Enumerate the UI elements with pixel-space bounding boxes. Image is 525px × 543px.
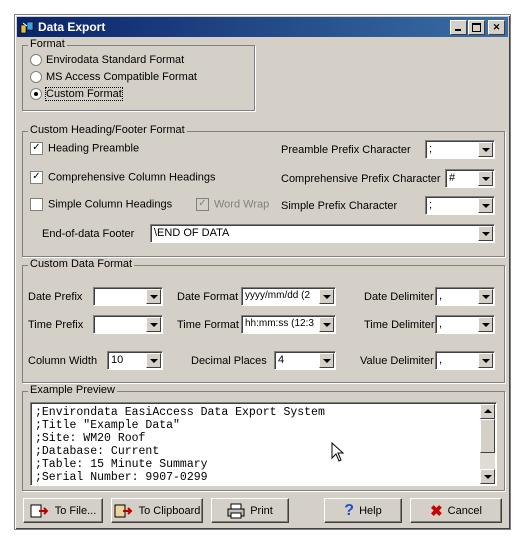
time-prefix-combo[interactable] <box>93 315 163 334</box>
title-bar[interactable]: Data Export ✕ <box>17 17 508 37</box>
simple-headings-checkbox[interactable]: Simple Column Headings <box>30 198 172 212</box>
radio-selected-icon <box>30 88 42 101</box>
dropdown-arrow-icon[interactable] <box>478 289 493 304</box>
dropdown-arrow-icon[interactable] <box>478 198 493 213</box>
comprehensive-prefix-combo[interactable]: # <box>445 169 495 188</box>
preamble-prefix-label: Preamble Prefix Character <box>281 144 411 156</box>
heading-group-label: Custom Heading/Footer Format <box>28 124 187 136</box>
value-delimiter-label: Value Delimiter <box>360 355 434 367</box>
dropdown-arrow-icon[interactable] <box>478 317 493 332</box>
app-icon <box>20 21 34 34</box>
to-file-button[interactable]: To File... <box>23 498 103 523</box>
time-delimiter-label: Time Delimiter <box>364 319 435 331</box>
scroll-up-icon[interactable] <box>480 404 495 419</box>
scroll-thumb[interactable] <box>480 419 495 453</box>
radio-ms-access[interactable]: MS Access Compatible Format <box>30 71 197 85</box>
date-format-combo[interactable]: yyyy/mm/dd (2 <box>241 287 336 306</box>
minimize-button[interactable] <box>450 20 467 35</box>
data-export-dialog: Data Export ✕ Format Envirodata Standard… <box>14 14 511 530</box>
preview-group-label: Example Preview <box>28 384 117 396</box>
dropdown-arrow-icon[interactable] <box>478 142 493 157</box>
heading-preamble-checkbox[interactable]: ✓ Heading Preamble <box>30 142 139 156</box>
preview-text: ;Environdata EasiAccess Data Export Syst… <box>35 406 325 484</box>
scroll-down-icon[interactable] <box>480 469 495 484</box>
dropdown-arrow-icon[interactable] <box>146 317 161 332</box>
value-delimiter-combo[interactable]: , <box>435 351 495 370</box>
radio-custom-format[interactable]: Custom Format <box>30 87 123 102</box>
dropdown-arrow-icon[interactable] <box>146 289 161 304</box>
comprehensive-headings-checkbox[interactable]: ✓ Comprehensive Column Headings <box>30 171 216 185</box>
dropdown-arrow-icon[interactable] <box>478 171 493 186</box>
footer-label: End-of-data Footer <box>42 228 135 240</box>
simple-prefix-combo[interactable]: ; <box>425 196 495 215</box>
cancel-button[interactable]: ✖ Cancel <box>410 498 502 523</box>
format-group: Format Envirodata Standard Format MS Acc… <box>22 38 255 111</box>
date-delimiter-label: Date Delimiter <box>364 291 434 303</box>
export-clipboard-icon <box>114 504 133 517</box>
window-title: Data Export <box>38 20 106 34</box>
dropdown-arrow-icon[interactable] <box>478 353 493 368</box>
time-prefix-label: Time Prefix <box>28 319 84 331</box>
footer-combo[interactable]: \END OF DATA <box>150 224 495 243</box>
format-group-label: Format <box>28 38 67 50</box>
help-button[interactable]: ? Help <box>324 498 402 523</box>
example-preview-group: Example Preview ;Environdata EasiAccess … <box>22 384 505 491</box>
date-delimiter-combo[interactable]: , <box>435 287 495 306</box>
comprehensive-prefix-label: Comprehensive Prefix Character <box>281 173 441 185</box>
data-group-label: Custom Data Format <box>28 258 135 270</box>
dropdown-arrow-icon[interactable] <box>319 353 334 368</box>
close-button[interactable]: ✕ <box>488 20 505 35</box>
print-button[interactable]: Print <box>211 498 289 523</box>
checkbox-icon <box>30 198 43 211</box>
simple-prefix-label: Simple Prefix Character <box>281 200 398 212</box>
preview-scrollbar[interactable] <box>480 404 495 484</box>
column-width-label: Column Width <box>28 355 98 367</box>
close-icon: ✕ <box>492 22 501 32</box>
word-wrap-checkbox[interactable]: ✓ Word Wrap <box>196 198 269 212</box>
dropdown-arrow-icon[interactable] <box>319 317 334 332</box>
help-icon: ? <box>344 501 355 519</box>
radio-icon <box>30 71 42 84</box>
decimal-places-label: Decimal Places <box>191 355 267 367</box>
minimize-icon <box>455 29 461 31</box>
date-prefix-combo[interactable] <box>93 287 163 306</box>
cancel-icon: ✖ <box>430 502 443 520</box>
heading-footer-group: Custom Heading/Footer Format ✓ Heading Pr… <box>22 124 505 257</box>
radio-envirodata-standard[interactable]: Envirodata Standard Format <box>30 54 184 68</box>
time-format-combo[interactable]: hh:mm:ss (12:3 <box>241 315 336 334</box>
mouse-cursor-icon <box>331 442 345 462</box>
printer-icon <box>227 503 245 518</box>
checkmark-icon: ✓ <box>196 198 209 211</box>
checkmark-icon: ✓ <box>30 142 43 155</box>
checkmark-icon: ✓ <box>30 171 43 184</box>
decimal-places-combo[interactable]: 4 <box>274 351 336 370</box>
data-format-group: Custom Data Format Date Prefix Date Form… <box>22 258 505 383</box>
time-format-label: Time Format <box>177 319 239 331</box>
date-format-label: Date Format <box>177 291 239 303</box>
preview-textbox[interactable]: ;Environdata EasiAccess Data Export Syst… <box>30 402 497 486</box>
dropdown-arrow-icon[interactable] <box>478 226 493 241</box>
dropdown-arrow-icon[interactable] <box>319 289 334 304</box>
to-clipboard-button[interactable]: To Clipboard <box>111 498 203 523</box>
maximize-button[interactable] <box>468 20 485 35</box>
dropdown-arrow-icon[interactable] <box>146 353 161 368</box>
column-width-combo[interactable]: 10 <box>107 351 163 370</box>
time-delimiter-combo[interactable]: , <box>435 315 495 334</box>
radio-icon <box>30 54 42 67</box>
preamble-prefix-combo[interactable]: ; <box>425 140 495 159</box>
date-prefix-label: Date Prefix <box>28 291 83 303</box>
export-file-icon <box>30 504 49 517</box>
maximize-icon <box>472 23 481 32</box>
